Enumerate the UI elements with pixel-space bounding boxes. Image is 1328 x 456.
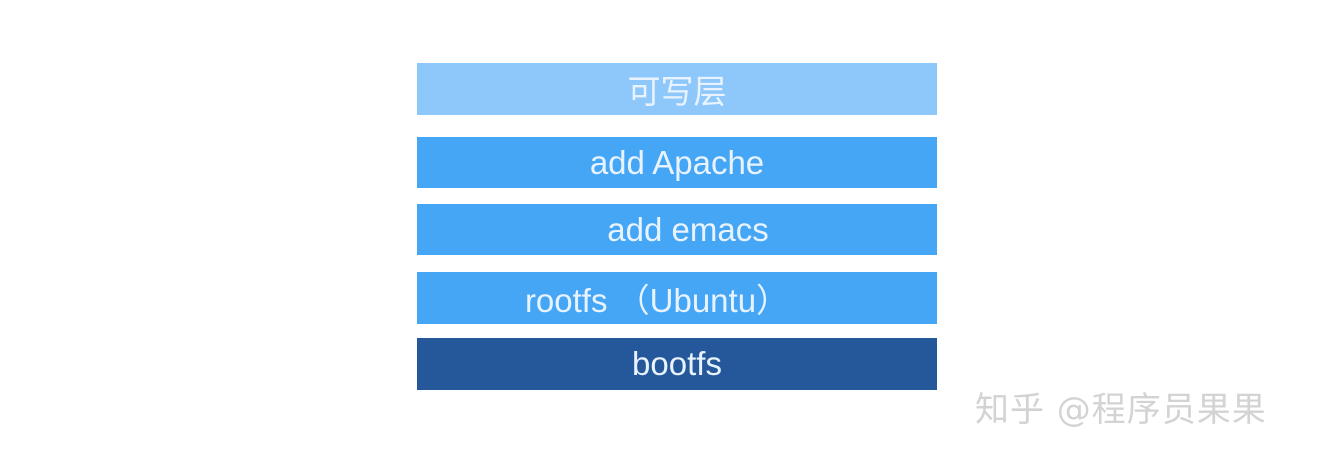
layer-rootfs: rootfs （Ubuntu） <box>417 272 937 324</box>
layer-label: add Apache <box>589 143 765 181</box>
layer-label: rootfs （Ubuntu） <box>524 282 790 319</box>
layer-writable: 可写层 <box>417 63 937 115</box>
layer-label: 可写层 <box>627 73 727 110</box>
layer-bootfs: bootfs <box>417 338 937 390</box>
layer-label: bootfs <box>632 345 722 382</box>
layer-add-apache: add Apache <box>417 137 937 188</box>
layer-add-emacs: add emacs <box>417 204 937 255</box>
watermark: 知乎 @程序员果果 <box>975 390 1267 430</box>
layer-label: add emacs <box>607 210 769 248</box>
